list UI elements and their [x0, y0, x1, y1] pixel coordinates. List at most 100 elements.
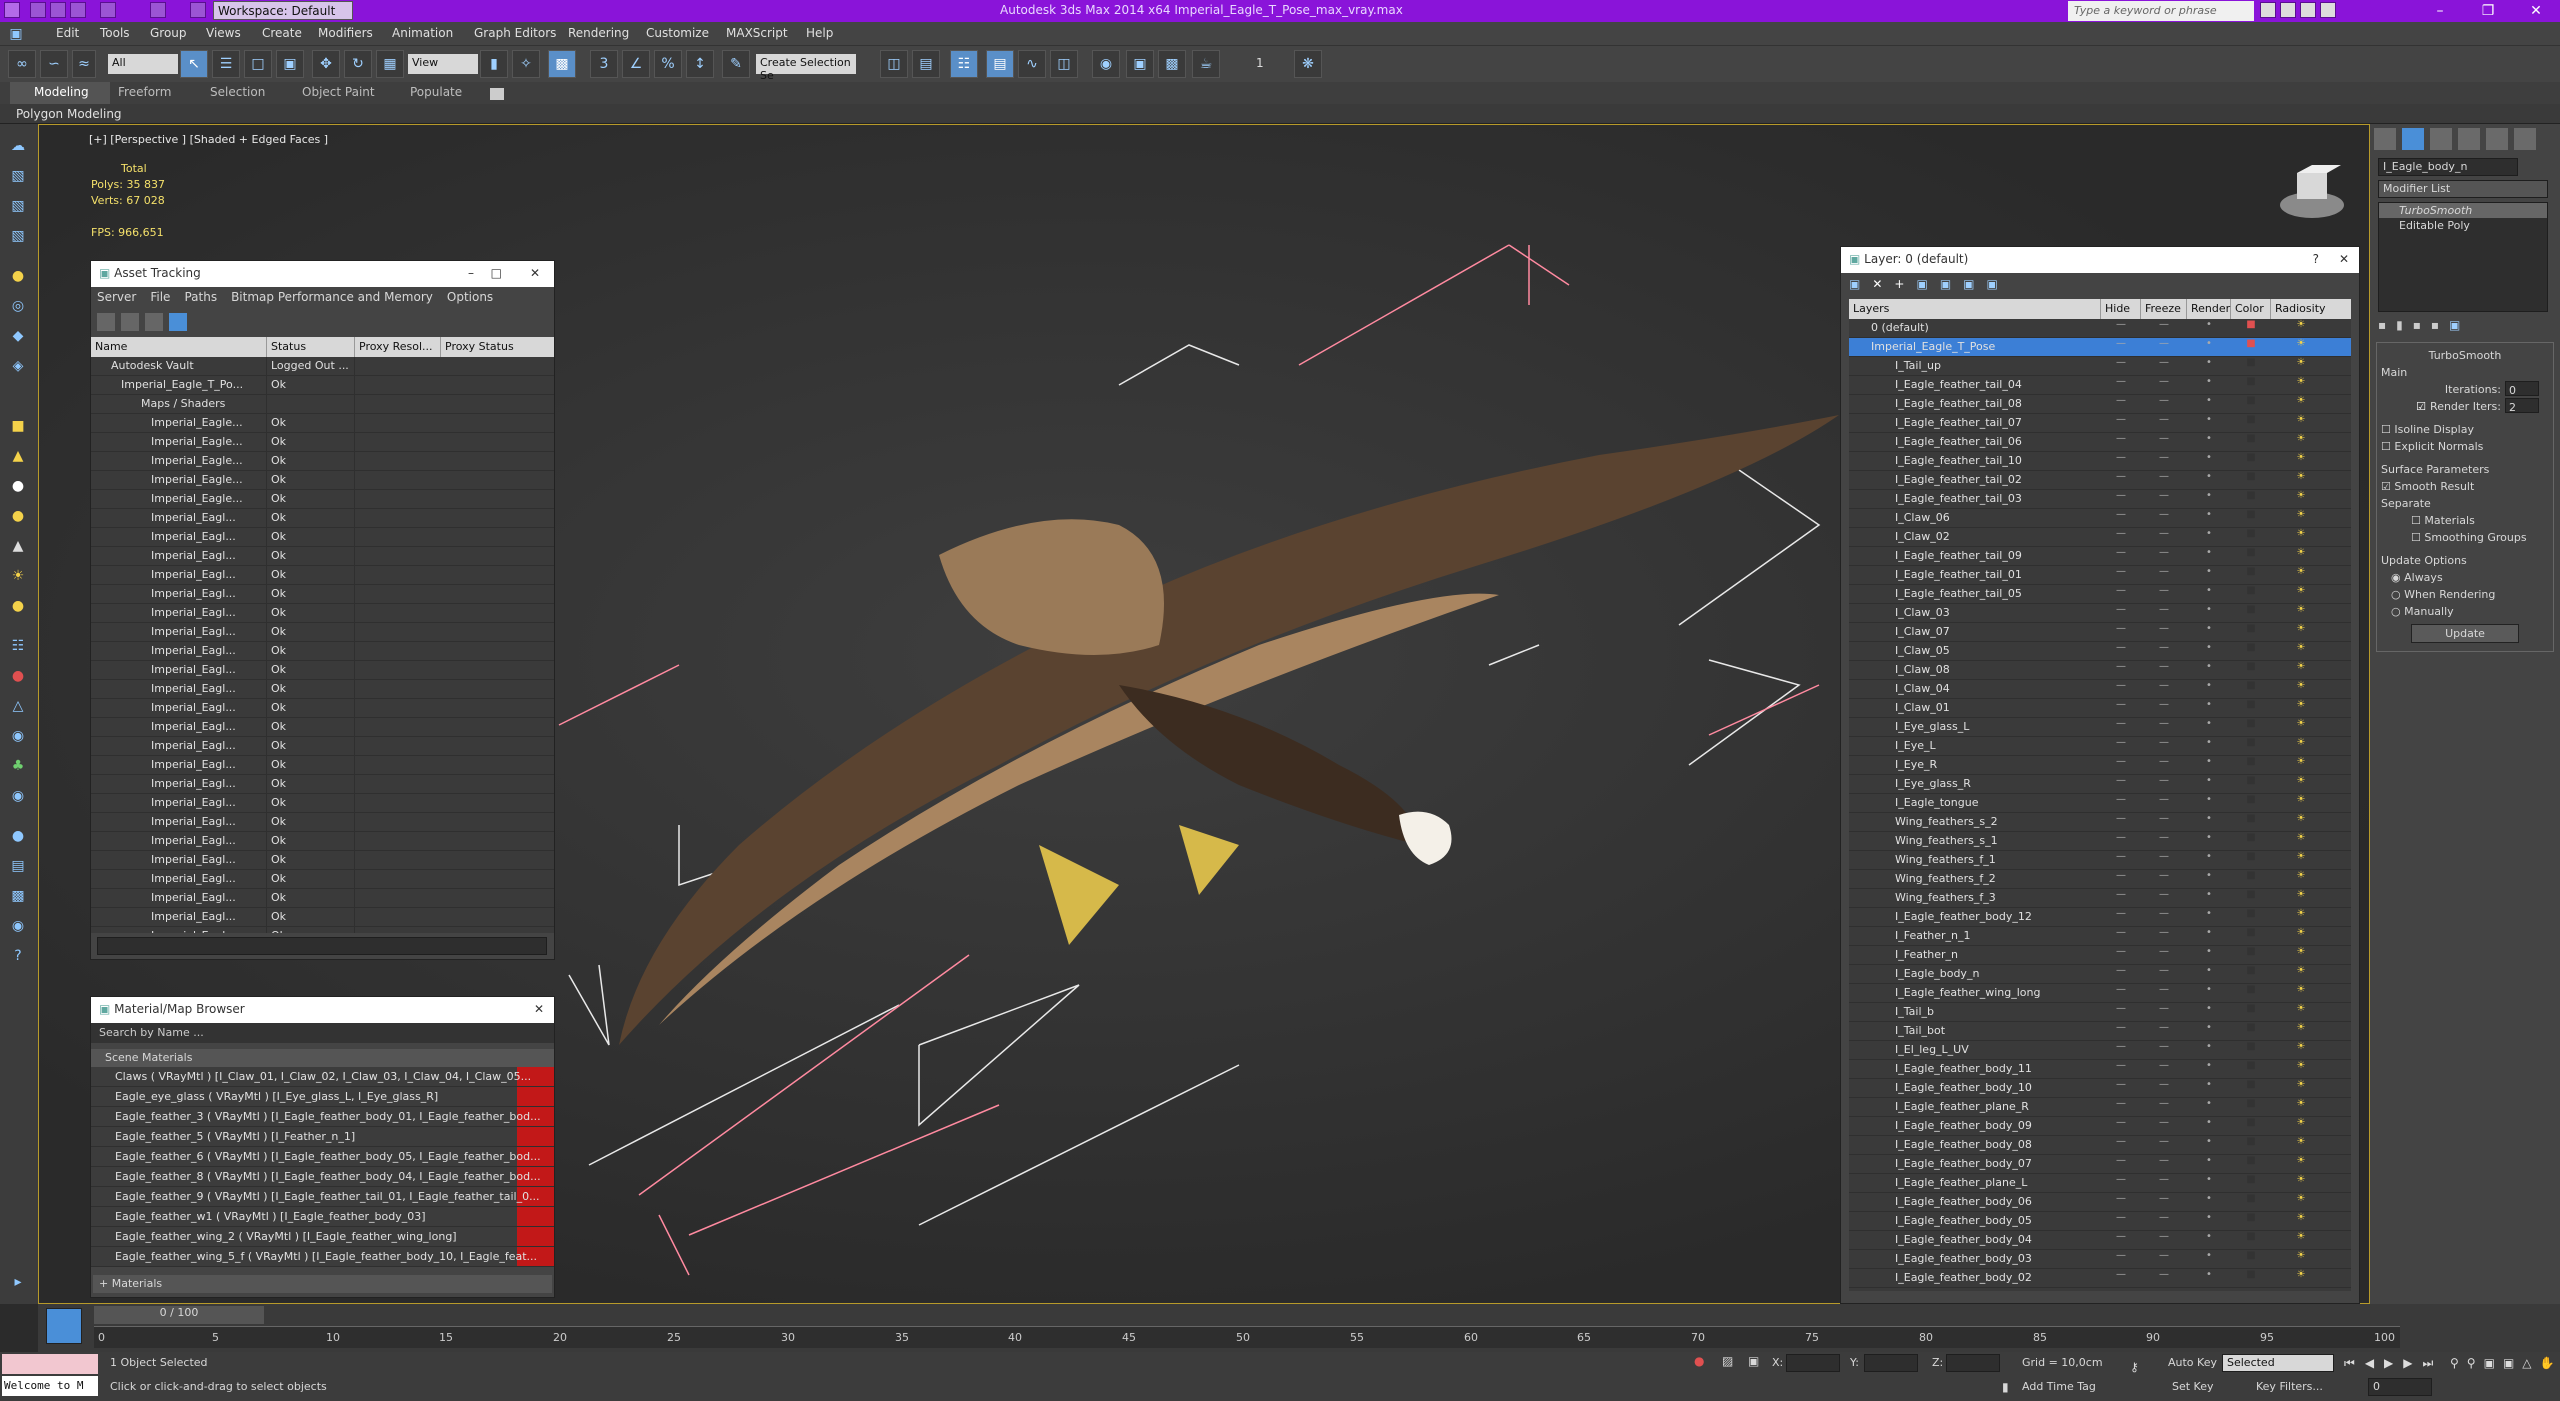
materials-row[interactable]: ☐ Materials — [2381, 512, 2549, 529]
color-toggle-icon[interactable]: ■ — [2231, 832, 2271, 850]
ribbon-options-icon[interactable] — [490, 88, 504, 100]
isolate-icon[interactable]: ● — [1694, 1354, 1704, 1368]
freeze-toggle-icon[interactable]: — — [2141, 395, 2187, 413]
render-toggle-icon[interactable]: • — [2187, 623, 2231, 641]
materials-checkbox[interactable]: ☐ — [2411, 514, 2421, 527]
table-row[interactable]: Imperial_Eagl...Ok — [91, 528, 554, 547]
rect-selection-icon[interactable]: □ — [244, 50, 272, 78]
radiosity-toggle-icon[interactable]: ☀ — [2271, 718, 2331, 736]
welcome-field[interactable]: Welcome to M — [2, 1376, 98, 1396]
radiosity-toggle-icon[interactable]: ☀ — [2271, 452, 2331, 470]
material-item[interactable]: Claws ( VRayMtl ) [I_Claw_01, I_Claw_02,… — [91, 1067, 554, 1087]
color-toggle-icon[interactable]: ■ — [2231, 775, 2271, 793]
freeze-toggle-icon[interactable]: — — [2141, 623, 2187, 641]
hide-toggle-icon[interactable]: — — [2101, 452, 2141, 470]
render-toggle-icon[interactable]: • — [2187, 1041, 2231, 1059]
strip-tool-23-icon[interactable]: ▤ — [6, 854, 30, 878]
col-name[interactable]: Name — [91, 337, 267, 357]
table-row[interactable]: Imperial_Eagl...Ok — [91, 851, 554, 870]
freeze-toggle-icon[interactable]: — — [2141, 1117, 2187, 1135]
unlink-icon[interactable]: ∽ — [40, 50, 68, 78]
asset-refresh-icon[interactable] — [97, 313, 115, 331]
isoline-checkbox[interactable]: ☐ — [2381, 423, 2391, 436]
render-toggle-icon[interactable]: • — [2187, 1155, 2231, 1173]
table-row[interactable]: Imperial_Eagl...Ok — [91, 775, 554, 794]
strip-tool-17-icon[interactable]: ● — [6, 664, 30, 688]
rotate-icon[interactable]: ↻ — [344, 50, 372, 78]
layer-manager-icon[interactable]: ☷ — [950, 50, 978, 78]
layer-row[interactable]: I_Claw_04— — • ■ ☀ — [1849, 680, 2351, 699]
layer-row[interactable]: I_Eagle_feather_tail_05— — • ■ ☀ — [1849, 585, 2351, 604]
layer-row[interactable]: I_Eagle_feather_tail_10— — • ■ ☀ — [1849, 452, 2351, 471]
layer-row[interactable]: I_Eye_glass_R — — • ■ ☀ — [1849, 775, 2351, 794]
materials-footer[interactable]: + Materials — [93, 1275, 552, 1293]
layer-row[interactable]: I_Feather_n — — • ■ ☀ — [1849, 946, 2351, 965]
color-toggle-icon[interactable]: ■ — [2231, 927, 2271, 945]
goto-end-icon[interactable]: ⏭ — [2423, 1356, 2434, 1371]
material-item[interactable]: Eagle_feather_wing_2 ( VRayMtl ) [I_Eagl… — [91, 1227, 554, 1247]
freeze-toggle-icon[interactable]: — — [2141, 376, 2187, 394]
render-toggle-icon[interactable]: • — [2187, 718, 2231, 736]
render-toggle-icon[interactable]: • — [2187, 528, 2231, 546]
update-button[interactable]: Update — [2411, 624, 2519, 643]
table-row[interactable]: Imperial_Eagl...Ok — [91, 509, 554, 528]
color-toggle-icon[interactable]: ■ — [2231, 908, 2271, 926]
schematic-view-icon[interactable]: ◫ — [1050, 50, 1078, 78]
hide-toggle-icon[interactable]: — — [2101, 870, 2141, 888]
tab-populate[interactable]: Populate — [410, 85, 462, 99]
freeze-toggle-icon[interactable]: — — [2141, 756, 2187, 774]
render-toggle-icon[interactable]: • — [2187, 737, 2231, 755]
x-input[interactable] — [1786, 1354, 1840, 1372]
edit-named-sel-icon[interactable]: ✎ — [722, 50, 750, 78]
project-folder-icon[interactable] — [190, 2, 206, 18]
layer-row[interactable]: I_Eye_L — — • ■ ☀ — [1849, 737, 2351, 756]
layer-row[interactable]: I_Eagle_feather_tail_01— — • ■ ☀ — [1849, 566, 2351, 585]
render-toggle-icon[interactable]: • — [2187, 1174, 2231, 1192]
freeze-toggle-icon[interactable]: — — [2141, 1155, 2187, 1173]
help-icon[interactable] — [2320, 2, 2336, 18]
freeze-toggle-icon[interactable]: — — [2141, 661, 2187, 679]
radiosity-toggle-icon[interactable]: ☀ — [2271, 1117, 2331, 1135]
percent-snap-icon[interactable]: % — [654, 50, 682, 78]
table-row[interactable]: Imperial_Eagl...Ok — [91, 699, 554, 718]
render-toggle-icon[interactable]: • — [2187, 775, 2231, 793]
freeze-all-icon[interactable]: ▣ — [1987, 277, 1998, 295]
table-row[interactable]: Imperial_Eagl...Ok — [91, 604, 554, 623]
menu-animation[interactable]: Animation — [392, 26, 453, 40]
radiosity-toggle-icon[interactable]: ☀ — [2271, 832, 2331, 850]
new-icon[interactable] — [30, 2, 46, 18]
menu-graph-editors[interactable]: Graph Editors — [474, 26, 556, 40]
zoom-all-icon[interactable]: ⚲ — [2467, 1356, 2476, 1370]
col-proxy-status[interactable]: Proxy Status — [441, 337, 531, 357]
strip-tool-5-icon[interactable]: ● — [6, 264, 30, 288]
color-toggle-icon[interactable]: ■ — [2231, 604, 2271, 622]
hide-all-icon[interactable]: ▣ — [1963, 277, 1974, 295]
radiosity-toggle-icon[interactable]: ☀ — [2271, 661, 2331, 679]
color-toggle-icon[interactable]: ■ — [2231, 452, 2271, 470]
render-toggle-icon[interactable]: • — [2187, 471, 2231, 489]
render-toggle-icon[interactable]: • — [2187, 547, 2231, 565]
color-toggle-icon[interactable]: ■ — [2231, 1193, 2271, 1211]
asset-list-icon[interactable] — [121, 313, 139, 331]
layer-row[interactable]: I_Eagle_feather_body_11— — • ■ ☀ — [1849, 1060, 2351, 1079]
utilities-tab-icon[interactable] — [2514, 128, 2536, 150]
hide-toggle-icon[interactable]: — — [2101, 395, 2141, 413]
layer-row[interactable]: I_Eagle_feather_body_08— — • ■ ☀ — [1849, 1136, 2351, 1155]
radiosity-toggle-icon[interactable]: ☀ — [2271, 623, 2331, 641]
layer-help-icon[interactable]: ? — [2313, 252, 2319, 266]
freeze-toggle-icon[interactable]: — — [2141, 338, 2187, 356]
window-crossing-icon[interactable]: ▣ — [276, 50, 304, 78]
link-icon[interactable]: ∞ — [8, 50, 36, 78]
freeze-toggle-icon[interactable]: — — [2141, 471, 2187, 489]
hide-toggle-icon[interactable]: — — [2101, 433, 2141, 451]
open-icon[interactable] — [50, 2, 66, 18]
key-selection-dropdown[interactable]: Selected — [2222, 1354, 2334, 1372]
menu-views[interactable]: Views — [206, 26, 241, 40]
radiosity-toggle-icon[interactable]: ☀ — [2271, 680, 2331, 698]
hide-toggle-icon[interactable]: — — [2101, 642, 2141, 660]
app-menu-icon[interactable]: ▣ — [8, 22, 24, 42]
color-toggle-icon[interactable]: ■ — [2231, 1022, 2271, 1040]
freeze-toggle-icon[interactable]: — — [2141, 889, 2187, 907]
hide-toggle-icon[interactable]: — — [2101, 623, 2141, 641]
prev-frame-icon[interactable]: ◀ — [2365, 1356, 2374, 1371]
